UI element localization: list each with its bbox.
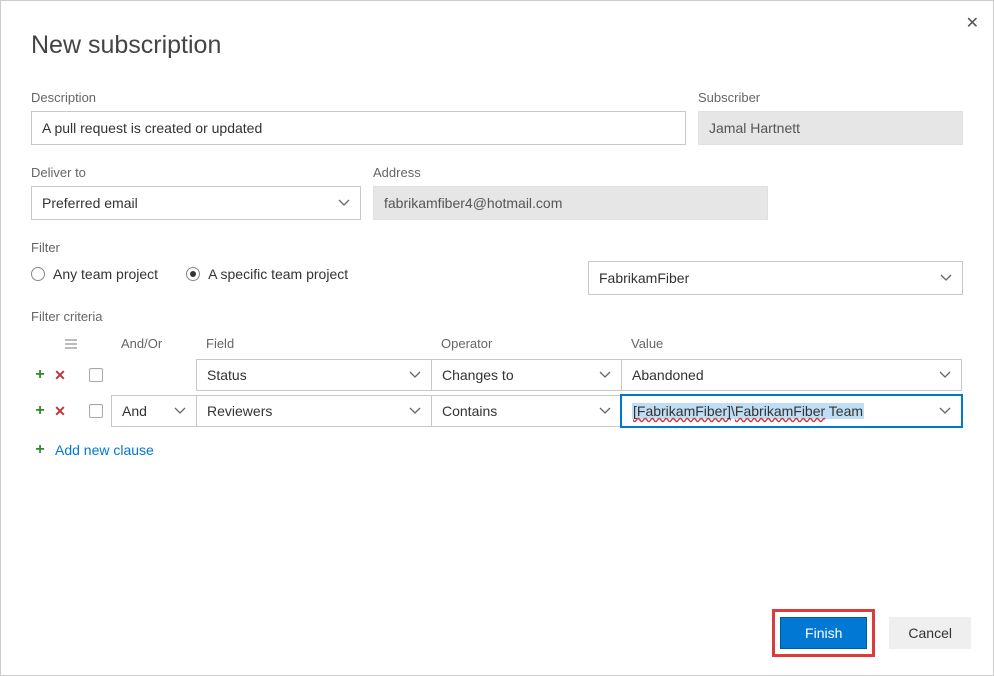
page-title: New subscription xyxy=(31,31,963,60)
chevron-down-icon xyxy=(599,371,611,379)
field-select[interactable]: Status xyxy=(196,359,432,391)
filter-criteria-label: Filter criteria xyxy=(31,309,963,324)
radio-any-label: Any team project xyxy=(53,266,158,282)
chevron-down-icon xyxy=(174,407,186,415)
cancel-button[interactable]: Cancel xyxy=(889,617,971,649)
grip-icon xyxy=(65,339,77,349)
project-value: FabrikamFiber xyxy=(599,270,689,286)
remove-clause-icon[interactable]: ✕ xyxy=(51,403,69,420)
new-subscription-dialog: ✕ New subscription Description A pull re… xyxy=(0,0,994,676)
radio-circle-checked-icon xyxy=(186,267,200,281)
radio-any-team-project[interactable]: Any team project xyxy=(31,266,158,282)
radio-circle-icon xyxy=(31,267,45,281)
value-select[interactable]: Abandoned xyxy=(621,359,962,391)
finish-highlight: Finish xyxy=(772,609,875,657)
deliver-to-value: Preferred email xyxy=(42,195,138,211)
subscriber-label: Subscriber xyxy=(698,90,963,105)
dialog-footer: Finish Cancel xyxy=(772,609,971,657)
chevron-down-icon xyxy=(939,371,951,379)
field-value: Reviewers xyxy=(207,403,272,419)
add-clause-icon[interactable]: + xyxy=(31,402,49,420)
description-input[interactable]: A pull request is created or updated xyxy=(31,111,686,145)
criteria-row: + ✕ And Reviewers Contains [FabrikamFibe… xyxy=(31,393,963,429)
subscriber-value: Jamal Hartnett xyxy=(709,120,800,136)
row-checkbox[interactable] xyxy=(89,368,103,382)
chevron-down-icon xyxy=(409,371,421,379)
plus-icon: + xyxy=(31,441,49,459)
field-value: Status xyxy=(207,367,247,383)
deliver-to-select[interactable]: Preferred email xyxy=(31,186,361,220)
operator-value: Contains xyxy=(442,403,497,419)
row-checkbox[interactable] xyxy=(89,404,103,418)
add-new-clause-link[interactable]: + Add new clause xyxy=(31,441,154,459)
subscriber-field: Jamal Hartnett xyxy=(698,111,963,145)
value-text: Abandoned xyxy=(632,367,704,383)
criteria-row: + ✕ Status Changes to Abandoned xyxy=(31,357,963,393)
address-field: fabrikamfiber4@hotmail.com xyxy=(373,186,768,220)
chevron-down-icon xyxy=(338,199,350,207)
chevron-down-icon xyxy=(409,407,421,415)
project-select[interactable]: FabrikamFiber xyxy=(588,261,963,295)
chevron-down-icon xyxy=(939,407,951,415)
address-value: fabrikamfiber4@hotmail.com xyxy=(384,195,562,211)
chevron-down-icon xyxy=(599,407,611,415)
filter-label: Filter xyxy=(31,240,963,255)
description-value: A pull request is created or updated xyxy=(42,120,262,136)
operator-select[interactable]: Changes to xyxy=(431,359,622,391)
header-andor: And/Or xyxy=(111,336,196,351)
value-text: [FabrikamFiber]\FabrikamFiber Team xyxy=(632,403,864,419)
criteria-header: And/Or Field Operator Value xyxy=(31,330,963,357)
chevron-down-icon xyxy=(940,274,952,282)
field-select[interactable]: Reviewers xyxy=(196,395,432,427)
deliver-to-label: Deliver to xyxy=(31,165,361,180)
radio-specific-team-project[interactable]: A specific team project xyxy=(186,266,348,282)
header-value: Value xyxy=(621,336,961,351)
finish-button[interactable]: Finish xyxy=(780,617,867,649)
header-field: Field xyxy=(196,336,431,351)
close-icon[interactable]: ✕ xyxy=(966,13,979,33)
value-select[interactable]: [FabrikamFiber]\FabrikamFiber Team xyxy=(621,395,962,427)
andor-select[interactable]: And xyxy=(111,395,197,427)
add-clause-icon[interactable]: + xyxy=(31,366,49,384)
address-label: Address xyxy=(373,165,768,180)
remove-clause-icon[interactable]: ✕ xyxy=(51,367,69,384)
add-new-clause-label: Add new clause xyxy=(55,442,154,458)
operator-value: Changes to xyxy=(442,367,514,383)
operator-select[interactable]: Contains xyxy=(431,395,622,427)
description-label: Description xyxy=(31,90,686,105)
header-operator: Operator xyxy=(431,336,621,351)
andor-value: And xyxy=(122,403,147,419)
radio-specific-label: A specific team project xyxy=(208,266,348,282)
